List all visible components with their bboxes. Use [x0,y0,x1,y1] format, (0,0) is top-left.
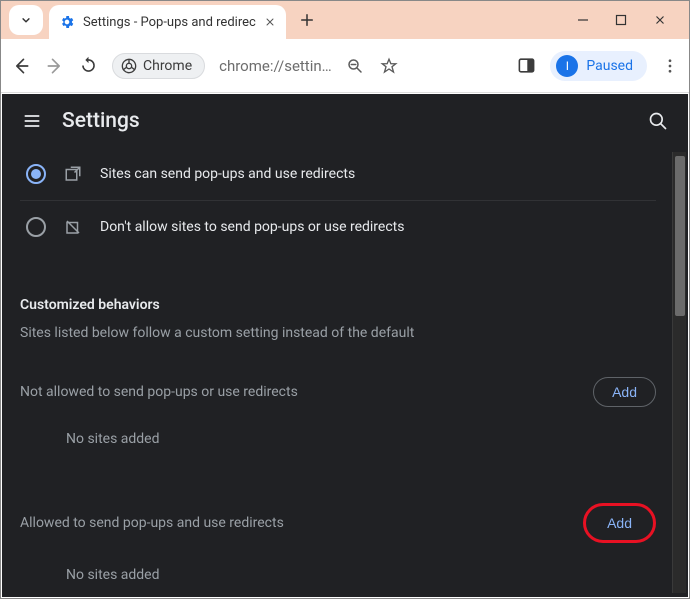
new-tab-button[interactable] [298,11,316,29]
arrow-right-icon [45,56,65,76]
not-allowed-empty: No sites added [66,431,656,447]
allowed-section: Allowed to send pop-ups and use redirect… [20,503,656,543]
hamburger-icon [22,111,42,131]
settings-menu-button[interactable] [22,111,42,131]
not-allowed-section: Not allowed to send pop-ups or use redir… [20,377,656,407]
kebab-icon [661,57,679,75]
custom-behaviors-subtext: Sites listed below follow a custom setti… [20,325,656,341]
browser-tab[interactable]: Settings - Pop-ups and redirec [49,5,286,39]
popup-allow-icon [64,165,82,183]
side-panel-button[interactable] [517,56,536,75]
star-icon [380,57,398,75]
search-settings-button[interactable] [648,111,668,131]
back-button[interactable] [11,56,31,76]
search-icon [648,111,668,131]
window-controls [577,1,683,39]
chevron-down-icon [19,13,33,27]
arrow-left-icon [11,56,31,76]
close-icon [264,16,276,28]
chrome-logo-icon [121,58,137,74]
tab-title: Settings - Pop-ups and redirec [83,15,256,30]
page-title: Settings [62,109,140,133]
scrollbar-thumb[interactable] [675,156,685,316]
site-info-chip[interactable]: Chrome [112,53,205,79]
option-label: Sites can send pop-ups and use redirects [100,166,355,182]
option-allow-popups[interactable]: Sites can send pop-ups and use redirects [20,148,656,200]
bookmark-button[interactable] [380,57,398,75]
radio-selected [26,164,46,184]
option-block-popups[interactable]: Don't allow sites to send pop-ups or use… [20,200,656,253]
add-not-allowed-button[interactable]: Add [593,377,656,407]
settings-content: Sites can send pop-ups and use redirects… [12,148,664,597]
scrollbar[interactable] [672,152,686,593]
address-bar[interactable]: chrome://settin… [219,57,332,75]
zoom-icon [346,57,364,75]
tab-search-button[interactable] [9,5,43,35]
reload-button[interactable] [79,56,98,75]
option-label: Don't allow sites to send pop-ups or use… [100,219,404,235]
plus-icon [298,11,316,29]
settings-header: Settings [2,94,688,148]
popup-block-icon [64,218,82,236]
titlebar: Settings - Pop-ups and redirec [1,1,689,39]
avatar: I [556,55,578,77]
add-allowed-button[interactable]: Add [588,508,651,538]
allowed-empty: No sites added [66,567,656,583]
allowed-title: Allowed to send pop-ups and use redirect… [20,515,284,531]
zoom-button[interactable] [346,57,364,75]
custom-behaviors-heading: Customized behaviors [20,297,656,313]
minimize-button[interactable] [577,14,589,26]
maximize-button[interactable] [615,14,627,26]
close-window-button[interactable] [653,13,667,27]
menu-button[interactable] [661,57,679,75]
radio-unselected [26,217,46,237]
add-allowed-highlight: Add [583,503,656,543]
toolbar: Chrome chrome://settin… I Paused [1,39,689,93]
gear-icon [59,14,75,30]
side-panel-icon [517,56,536,75]
site-info-label: Chrome [143,58,192,74]
profile-status: Paused [586,58,633,74]
settings-page: Settings Sites can send pop-ups and use … [2,94,688,597]
forward-button[interactable] [45,56,65,76]
not-allowed-title: Not allowed to send pop-ups or use redir… [20,384,298,400]
profile-button[interactable]: I Paused [550,51,647,81]
close-tab-button[interactable] [264,16,276,28]
reload-icon [79,56,98,75]
